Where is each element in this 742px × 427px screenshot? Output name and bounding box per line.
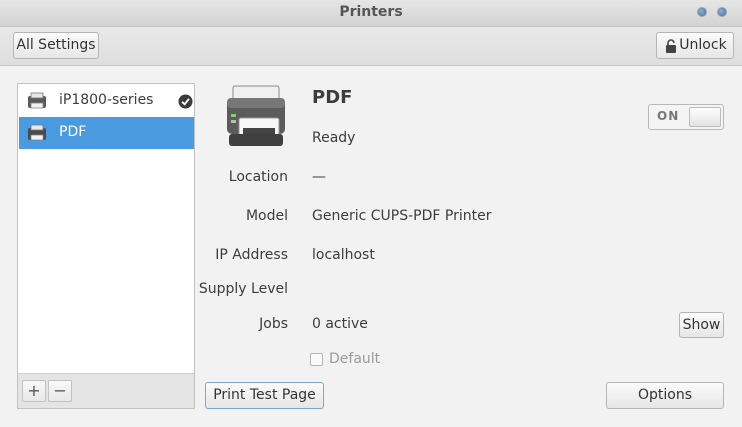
window-title: Printers — [339, 4, 403, 20]
ip-address-value: localhost — [312, 247, 375, 263]
printer-large-icon — [227, 85, 285, 146]
unlock-label: Unlock — [679, 37, 727, 53]
default-checkbox-label[interactable]: Default — [329, 351, 380, 367]
default-checkbox[interactable] — [310, 353, 323, 366]
printer-item-label: iP1800-series — [59, 92, 154, 108]
ip-address-label: IP Address — [215, 247, 288, 263]
model-label: Model — [245, 208, 288, 224]
model-value: Generic CUPS-PDF Printer — [312, 208, 492, 224]
printer-item-label: PDF — [59, 124, 87, 140]
add-printer-button[interactable]: + — [22, 380, 46, 402]
default-check-icon — [178, 94, 193, 109]
jobs-label: Jobs — [259, 316, 288, 332]
remove-printer-button[interactable]: − — [48, 380, 72, 402]
supply-level-label: Supply Level — [198, 281, 288, 297]
jobs-value: 0 active — [312, 316, 368, 332]
printer-state: Ready — [312, 130, 356, 146]
location-label: Location — [228, 169, 288, 185]
printer-icon — [28, 92, 46, 109]
toolbar: All Settings Unlock — [0, 27, 742, 66]
all-settings-button[interactable]: All Settings — [13, 32, 99, 59]
printers-window: Printers All Settings Unlock iP1800-seri… — [0, 0, 742, 427]
print-test-page-button[interactable]: Print Test Page — [205, 382, 324, 409]
show-jobs-button[interactable]: Show — [679, 312, 724, 338]
printer-name: PDF — [312, 87, 353, 108]
switch-knob[interactable] — [689, 107, 721, 127]
unlock-button[interactable]: Unlock — [656, 32, 734, 59]
close-button[interactable] — [717, 7, 727, 17]
minimize-button[interactable] — [697, 7, 707, 17]
switch-on-label: ON — [657, 109, 680, 123]
printer-list: iP1800-series PDF + − — [17, 83, 195, 409]
printer-icon — [28, 124, 46, 141]
options-button[interactable]: Options — [606, 382, 724, 409]
printer-item-ip1800[interactable]: iP1800-series — [19, 85, 194, 117]
title-bar: Printers — [0, 0, 742, 27]
printer-item-pdf[interactable]: PDF — [19, 117, 194, 149]
lock-icon — [666, 39, 676, 53]
printer-enable-switch[interactable]: ON — [648, 104, 724, 130]
list-toolbar: + − — [18, 373, 194, 408]
location-value: — — [312, 169, 326, 185]
